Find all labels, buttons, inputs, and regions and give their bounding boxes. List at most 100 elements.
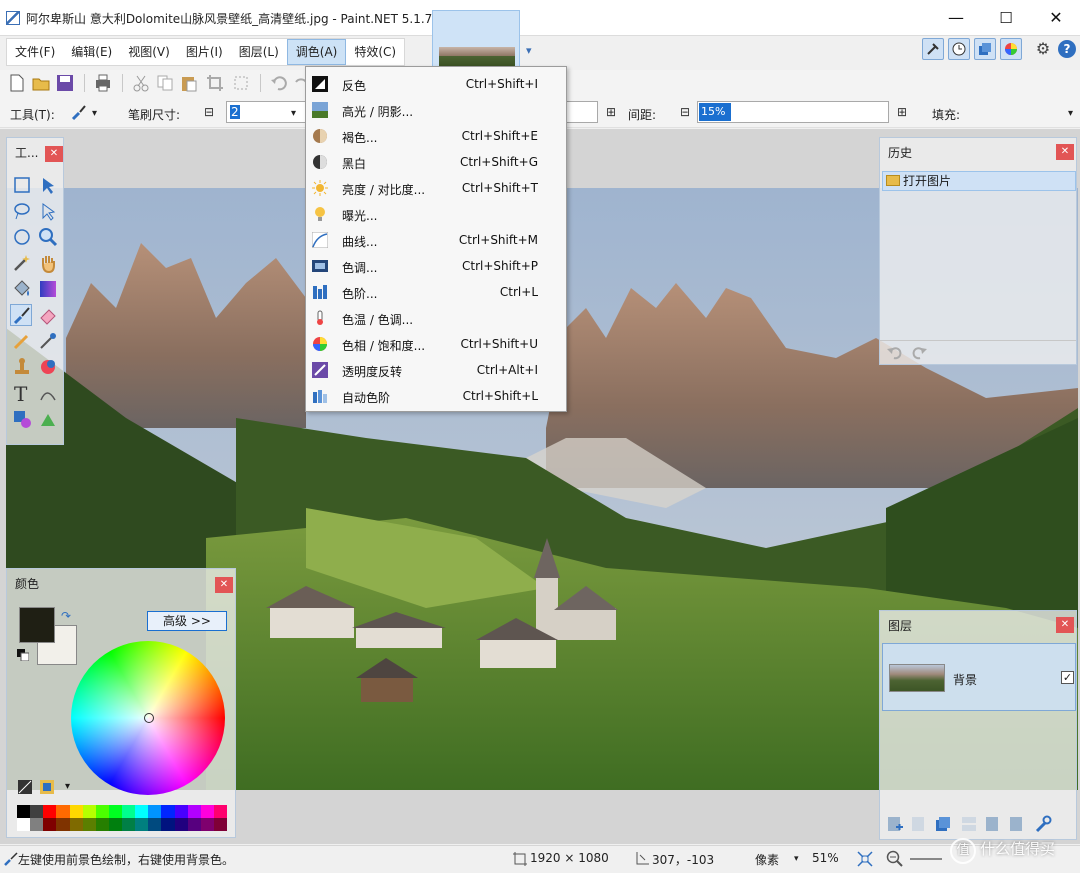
colors-window-toggle[interactable] [1000, 38, 1022, 60]
menu-edit[interactable]: 编辑(E) [63, 39, 120, 65]
gradient-tool-icon[interactable] [37, 278, 59, 300]
history-redo-icon[interactable] [910, 346, 928, 360]
menu-effects[interactable]: 特效(C) [346, 39, 404, 65]
paste-icon[interactable] [180, 74, 198, 92]
layer-properties-wrench-icon[interactable] [1034, 815, 1052, 833]
pencil-tool-icon[interactable] [11, 330, 33, 352]
menu-item-exposure[interactable]: 曝光... [306, 201, 566, 227]
menu-item-invert-alpha[interactable]: 透明度反转 Ctrl+Alt+I [306, 357, 566, 383]
move-layer-up-icon[interactable] [984, 815, 1002, 833]
history-window-toggle[interactable] [948, 38, 970, 60]
save-icon[interactable] [56, 74, 74, 92]
new-file-icon[interactable] [8, 74, 26, 92]
menu-item-sepia[interactable]: 褐色... Ctrl+Shift+E [306, 123, 566, 149]
zoom-out-icon[interactable] [886, 850, 904, 868]
image-tab-thumbnail[interactable] [432, 10, 520, 70]
swap-colors-icon[interactable]: ↷ [61, 609, 71, 623]
shape-triangle-icon[interactable] [37, 408, 59, 430]
menu-layers[interactable]: 图层(L) [231, 39, 287, 65]
magic-wand-tool-icon[interactable] [11, 252, 33, 274]
move-selected-tool-icon[interactable] [37, 174, 59, 196]
menu-item-highlights-shadows[interactable]: 高光 / 阴影... [306, 97, 566, 123]
duplicate-layer-icon[interactable] [934, 815, 952, 833]
eraser-tool-icon[interactable] [37, 304, 59, 326]
cut-icon[interactable] [132, 74, 150, 92]
copy-icon[interactable] [156, 74, 174, 92]
add-layer-icon[interactable] [886, 815, 904, 833]
layer-row[interactable]: 背景 ✓ [882, 643, 1076, 711]
move-layer-down-icon[interactable] [1008, 815, 1026, 833]
history-undo-icon[interactable] [886, 346, 904, 360]
minimize-button[interactable]: — [944, 6, 968, 30]
more-colors-button[interactable]: 高级 >> [147, 611, 227, 631]
layers-panel-close-button[interactable]: ✕ [1056, 617, 1074, 633]
open-folder-icon[interactable] [32, 74, 50, 92]
colors-panel-close-button[interactable]: ✕ [215, 577, 233, 593]
image-list-chevron-icon[interactable]: ▾ [526, 44, 532, 57]
deselect-icon[interactable] [232, 74, 250, 92]
menu-item-hue-saturation[interactable]: 色相 / 饱和度... Ctrl+Shift+U [306, 331, 566, 357]
merge-layer-down-icon[interactable] [960, 815, 978, 833]
delete-layer-icon[interactable] [910, 815, 928, 833]
menu-item-invert-colors[interactable]: 反色 Ctrl+Shift+I [306, 71, 566, 97]
units-dropdown-icon[interactable]: ▾ [794, 854, 799, 864]
fill-dropdown-icon[interactable]: ▾ [1068, 108, 1073, 119]
undo-icon[interactable] [270, 74, 288, 92]
color-picker-mode-icon[interactable] [39, 779, 55, 795]
history-panel-close-button[interactable]: ✕ [1056, 144, 1074, 160]
lasso-select-tool-icon[interactable] [11, 200, 33, 222]
paintbrush-tool-icon[interactable] [70, 103, 88, 121]
line-curve-tool-icon[interactable] [37, 382, 59, 404]
menu-adjustments[interactable]: 调色(A) [286, 39, 347, 65]
recolor-tool-icon[interactable] [37, 356, 59, 378]
layers-window-toggle[interactable] [974, 38, 996, 60]
menu-item-brightness-contrast[interactable]: 亮度 / 对比度... Ctrl+Shift+T [306, 175, 566, 201]
zoom-tool-icon[interactable] [37, 226, 59, 248]
units-selector[interactable]: 像素 [755, 851, 779, 868]
help-icon[interactable]: ? [1058, 40, 1076, 58]
zoom-to-window-icon[interactable] [856, 850, 874, 868]
move-selection-tool-icon[interactable] [37, 200, 59, 222]
gap-input[interactable]: 15% [697, 101, 889, 123]
menu-item-curves[interactable]: 曲线... Ctrl+Shift+M [306, 227, 566, 253]
pan-hand-tool-icon[interactable] [37, 252, 59, 274]
maximize-button[interactable]: ☐ [994, 6, 1018, 30]
menu-view[interactable]: 视图(V) [120, 39, 178, 65]
brush-size-decrease-button[interactable]: ⊟ [202, 105, 216, 119]
menu-item-levels[interactable]: 色阶... Ctrl+L [306, 279, 566, 305]
clone-stamp-tool-icon[interactable] [11, 356, 33, 378]
gap-increase-button[interactable]: ⊞ [895, 105, 909, 119]
shapes-tool-icon[interactable] [11, 408, 33, 430]
hardness-increase-button[interactable]: ⊞ [604, 105, 618, 119]
reset-colors-icon[interactable] [17, 649, 29, 661]
primary-color-swatch[interactable] [19, 607, 55, 643]
crop-to-selection-icon[interactable] [206, 74, 224, 92]
settings-gear-icon[interactable]: ⚙ [1034, 40, 1052, 58]
hardness-input[interactable] [566, 101, 598, 123]
menu-item-auto-level[interactable]: 自动色阶 Ctrl+Shift+L [306, 383, 566, 409]
rectangle-select-tool-icon[interactable] [11, 174, 33, 196]
ellipse-select-tool-icon[interactable] [11, 226, 33, 248]
zoom-level[interactable]: 51% [812, 851, 839, 865]
menu-item-posterize[interactable]: 色调... Ctrl+Shift+P [306, 253, 566, 279]
menu-item-black-white[interactable]: 黑白 Ctrl+Shift+G [306, 149, 566, 175]
tool-chevron-icon[interactable]: ▾ [92, 108, 97, 119]
menu-image[interactable]: 图片(I) [178, 39, 231, 65]
close-button[interactable]: ✕ [1044, 6, 1068, 30]
palette-dropdown-icon[interactable]: ▾ [65, 781, 70, 792]
palette-menu-icon[interactable] [17, 779, 33, 795]
color-wheel-cursor[interactable] [144, 713, 154, 723]
color-palette[interactable] [17, 805, 227, 831]
zoom-slider[interactable] [910, 858, 942, 860]
color-picker-tool-icon[interactable] [37, 330, 59, 352]
brush-size-dropdown-icon[interactable]: ▾ [291, 108, 296, 119]
menu-file[interactable]: 文件(F) [7, 39, 63, 65]
gap-decrease-button[interactable]: ⊟ [678, 105, 692, 119]
print-icon[interactable] [94, 74, 112, 92]
tools-panel-close-button[interactable]: ✕ [45, 146, 63, 162]
paintbrush-tool[interactable] [10, 304, 32, 326]
tools-window-toggle[interactable] [922, 38, 944, 60]
layer-visibility-checkbox[interactable]: ✓ [1061, 671, 1074, 684]
text-tool-icon[interactable]: T [11, 382, 33, 404]
menu-item-temperature-tint[interactable]: 色温 / 色调... [306, 305, 566, 331]
